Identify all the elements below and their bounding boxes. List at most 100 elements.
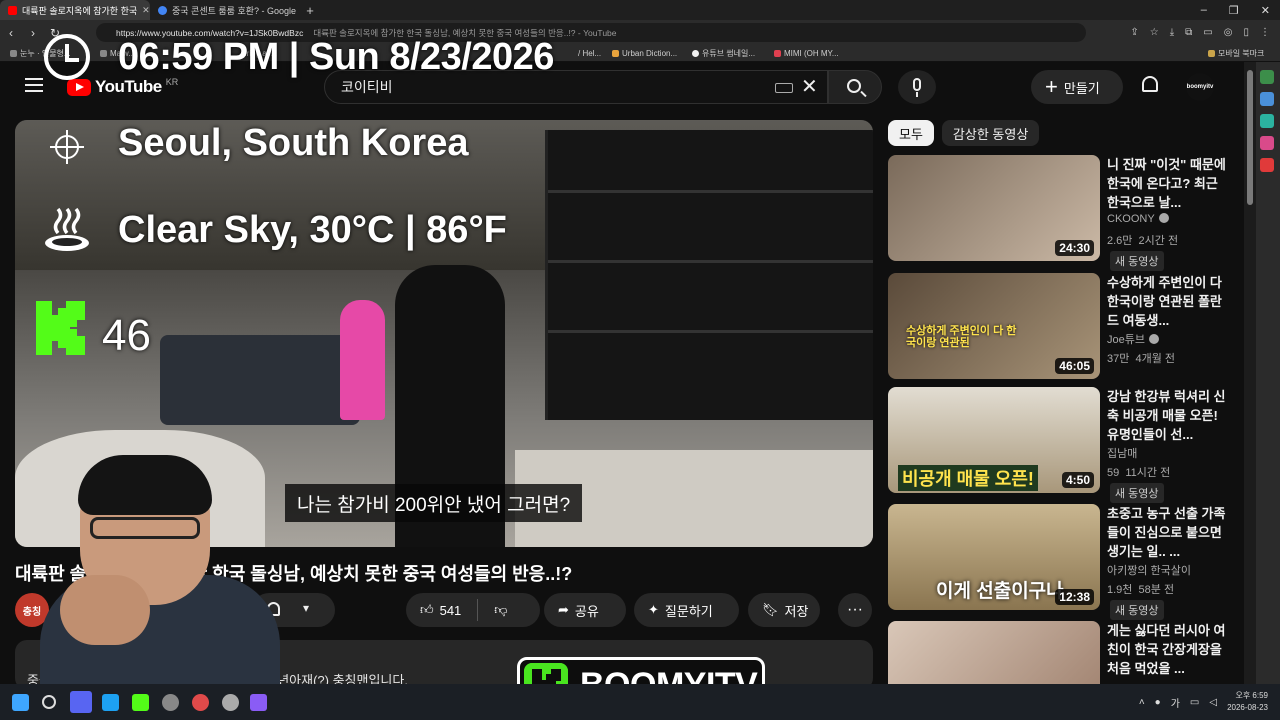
- recommendation-item[interactable]: 비공개 매물 오픈! 4:50 강남 한강뷰 럭셔리 신축 비공개 매물 오픈!…: [888, 387, 1228, 503]
- taskbar-app-icon[interactable]: [192, 694, 209, 711]
- taskbar-app-icon[interactable]: [250, 694, 267, 711]
- discord-icon[interactable]: [70, 691, 92, 713]
- account-avatar[interactable]: boomyitv: [1186, 73, 1214, 101]
- taskbar-clock[interactable]: 오후 6:59 2026-08-23: [1227, 690, 1268, 714]
- clear-search-icon[interactable]: ✕: [801, 74, 818, 99]
- scene-sofa: [160, 335, 360, 425]
- rec-title[interactable]: 게는 싫다던 러시아 여친이 한국 간장게장을 처음 먹었을 ...: [1107, 621, 1227, 684]
- browser-tab-google[interactable]: 중국 콘센트 룸룸 호환? - Google ✕: [150, 0, 300, 20]
- new-badge: 새 동영상: [1110, 483, 1164, 503]
- share-page-icon[interactable]: ⇪: [1130, 27, 1138, 38]
- forward-icon[interactable]: ›: [22, 26, 44, 40]
- rec-title[interactable]: 초중고 농구 선출 가족들이 진심으로 붙으면 생기는 일.. ...: [1107, 504, 1227, 561]
- youtube-logo[interactable]: YouTube KR: [67, 77, 178, 97]
- rec-title[interactable]: 니 진짜 "이것" 때문에 한국에 온다고? 최근 한국으로 날...: [1107, 155, 1227, 212]
- scene-shelf: [545, 130, 873, 420]
- rec-title[interactable]: 수상하게 주변인이 다 한국이랑 연관된 폴란드 여동생...: [1107, 273, 1227, 330]
- settings-gear-icon[interactable]: [162, 694, 179, 711]
- sidepanel-app-icon[interactable]: [1260, 136, 1274, 150]
- taskbar-search-icon[interactable]: [42, 695, 56, 709]
- thumbnail-caption: 이게 선출이구나: [936, 581, 1064, 602]
- bookmark-item[interactable]: 모바일 북마크: [1208, 48, 1264, 59]
- bookmark-item[interactable]: Urban Diction...: [612, 49, 677, 58]
- bookmark-item[interactable]: MIMI (OH MY...: [774, 49, 839, 58]
- bookmark-star-icon[interactable]: ☆: [1150, 27, 1159, 38]
- bookmark-favicon-icon: [612, 49, 619, 57]
- tray-expand-icon[interactable]: ˄: [1139, 697, 1145, 708]
- profile-icon[interactable]: ◎: [1224, 27, 1233, 38]
- close-tab-icon[interactable]: ✕: [142, 5, 150, 16]
- browser-tab-youtube[interactable]: 대륙판 솔로지옥에 참가한 한국 ✕: [0, 0, 150, 20]
- scene-person-pink: [340, 300, 385, 420]
- rec-channel[interactable]: 집남매: [1107, 445, 1137, 461]
- share-icon: ➦: [558, 602, 569, 617]
- kick-logo-icon: [36, 301, 85, 355]
- cast-icon[interactable]: ▭: [1203, 27, 1212, 38]
- rec-title[interactable]: 강남 한강뷰 럭셔리 신축 비공개 매물 오픈! 유명인들이 선...: [1107, 387, 1227, 444]
- video-thumbnail[interactable]: 비공개 매물 오픈! 4:50: [888, 387, 1100, 493]
- search-button[interactable]: [828, 70, 882, 104]
- chip-watched[interactable]: 감상한 동영상: [941, 120, 1040, 146]
- rec-channel[interactable]: Joe튜브: [1107, 331, 1159, 347]
- video-thumbnail[interactable]: 수상하게 주변인이 다 한국이랑 연관된 46:05: [888, 273, 1100, 379]
- folder-icon: [1208, 49, 1215, 57]
- save-button[interactable]: 🔖︎ 저장: [748, 593, 820, 627]
- mic-icon: [913, 78, 921, 91]
- maximize-button[interactable]: ❐: [1229, 4, 1239, 17]
- bookmark-item[interactable]: / Hel...: [578, 49, 601, 58]
- more-actions-button[interactable]: ···: [838, 593, 872, 627]
- recommendation-item[interactable]: 수상하게 주변인이 다 한국이랑 연관된 46:05 수상하게 주변인이 다 한…: [888, 273, 1228, 381]
- hamburger-menu-icon[interactable]: [25, 78, 43, 92]
- close-window-button[interactable]: ✕: [1261, 4, 1270, 17]
- back-icon[interactable]: ‹: [0, 26, 22, 40]
- channel-name: CKOONY: [1107, 213, 1155, 225]
- channel-name: Joe튜브: [1107, 334, 1145, 346]
- network-icon[interactable]: ▭: [1190, 697, 1199, 708]
- windows-start-icon[interactable]: [12, 694, 29, 711]
- bookmark-item[interactable]: 유튜브 썸네일...: [692, 48, 755, 59]
- share-button[interactable]: ➦ 공유: [544, 593, 626, 627]
- taskbar-app-icon[interactable]: [132, 694, 149, 711]
- rec-channel[interactable]: CKOONY: [1107, 213, 1169, 225]
- ask-label: 질문하기: [664, 603, 713, 619]
- recommendation-item[interactable]: 이게 선출이구나 12:38 초중고 농구 선출 가족들이 진심으로 붙으면 생…: [888, 504, 1228, 620]
- recommendation-item[interactable]: 24:30 니 진짜 "이것" 때문에 한국에 온다고? 최근 한국으로 날..…: [888, 155, 1228, 271]
- sidepanel-app-icon[interactable]: [1260, 158, 1274, 172]
- taskbar-app-icon[interactable]: [222, 694, 239, 711]
- sidepanel-app-icon[interactable]: [1260, 92, 1274, 106]
- bookmark-icon: 🔖︎: [762, 602, 779, 617]
- download-icon[interactable]: ⤓: [1170, 27, 1174, 38]
- like-dislike-button[interactable]: 👍︎ 541 👎︎: [406, 593, 540, 627]
- keyboard-icon[interactable]: [775, 83, 793, 93]
- new-tab-button[interactable]: +: [300, 3, 320, 18]
- chip-all[interactable]: 모두: [888, 120, 934, 146]
- notifications-bell-icon[interactable]: [1142, 76, 1158, 92]
- page-scrollbar[interactable]: [1244, 62, 1256, 684]
- rec-channel[interactable]: 아키짱의 한국살이: [1107, 562, 1191, 578]
- video-thumbnail[interactable]: 24:30: [888, 155, 1100, 261]
- plus-icon: +: [1045, 74, 1058, 99]
- hot-spring-icon: [45, 207, 89, 251]
- minimize-button[interactable]: –: [1201, 4, 1207, 16]
- bookmark-favicon-icon: [774, 49, 781, 57]
- voice-search-button[interactable]: [898, 70, 936, 104]
- extension-icons: ⇪ ☆ ⤓ ⧉ ▭ ◎ ▯ ⋮: [1130, 20, 1270, 45]
- video-thumbnail[interactable]: [888, 621, 1100, 684]
- taskbar-app-icon[interactable]: [102, 694, 119, 711]
- tray-mic-icon[interactable]: ●: [1155, 697, 1161, 708]
- sidebar-icon[interactable]: ▯: [1243, 27, 1249, 38]
- scrollbar-thumb[interactable]: [1247, 70, 1253, 205]
- video-thumbnail[interactable]: 이게 선출이구나 12:38: [888, 504, 1100, 610]
- chrome-menu-icon[interactable]: ⋮: [1260, 27, 1270, 38]
- sidepanel-app-icon[interactable]: [1260, 114, 1274, 128]
- create-button[interactable]: + 만들기: [1031, 70, 1123, 104]
- rec-meta: 1.9천 58분 전: [1107, 581, 1174, 597]
- ime-indicator[interactable]: 가: [1171, 695, 1180, 710]
- recommendation-item[interactable]: 게는 싫다던 러시아 여친이 한국 간장게장을 처음 먹었을 ...: [888, 621, 1228, 684]
- ask-button[interactable]: ✦ 질문하기: [634, 593, 739, 627]
- sidepanel-app-icon[interactable]: [1260, 70, 1274, 84]
- thumbs-up-icon[interactable]: 👍︎: [420, 602, 434, 618]
- thumbs-down-icon[interactable]: 👎︎: [494, 602, 507, 618]
- extensions-icon[interactable]: ⧉: [1185, 27, 1192, 38]
- volume-icon[interactable]: ◁: [1209, 697, 1217, 708]
